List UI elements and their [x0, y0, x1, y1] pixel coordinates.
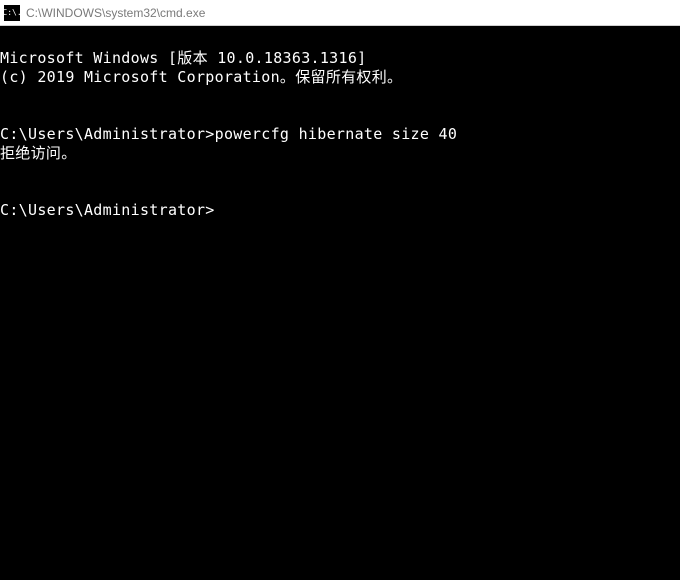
cmd-icon: C:\.	[4, 5, 20, 21]
prompt-line-2: C:\Users\Administrator>	[0, 201, 215, 219]
version-line: Microsoft Windows [版本 10.0.18363.1316]	[0, 49, 367, 67]
terminal-output[interactable]: Microsoft Windows [版本 10.0.18363.1316] (…	[0, 26, 680, 580]
blank-line	[0, 87, 680, 106]
output-line-1: 拒绝访问。	[0, 144, 77, 162]
command-1: powercfg hibernate size 40	[215, 125, 458, 143]
cmd-icon-text: C:\.	[2, 9, 21, 17]
copyright-line: (c) 2019 Microsoft Corporation。保留所有权利。	[0, 68, 402, 86]
prompt-line-1: C:\Users\Administrator>powercfg hibernat…	[0, 125, 457, 143]
prompt-1: C:\Users\Administrator>	[0, 125, 215, 143]
blank-line	[0, 163, 680, 182]
window-title: C:\WINDOWS\system32\cmd.exe	[26, 6, 205, 20]
window-titlebar[interactable]: C:\. C:\WINDOWS\system32\cmd.exe	[0, 0, 680, 26]
